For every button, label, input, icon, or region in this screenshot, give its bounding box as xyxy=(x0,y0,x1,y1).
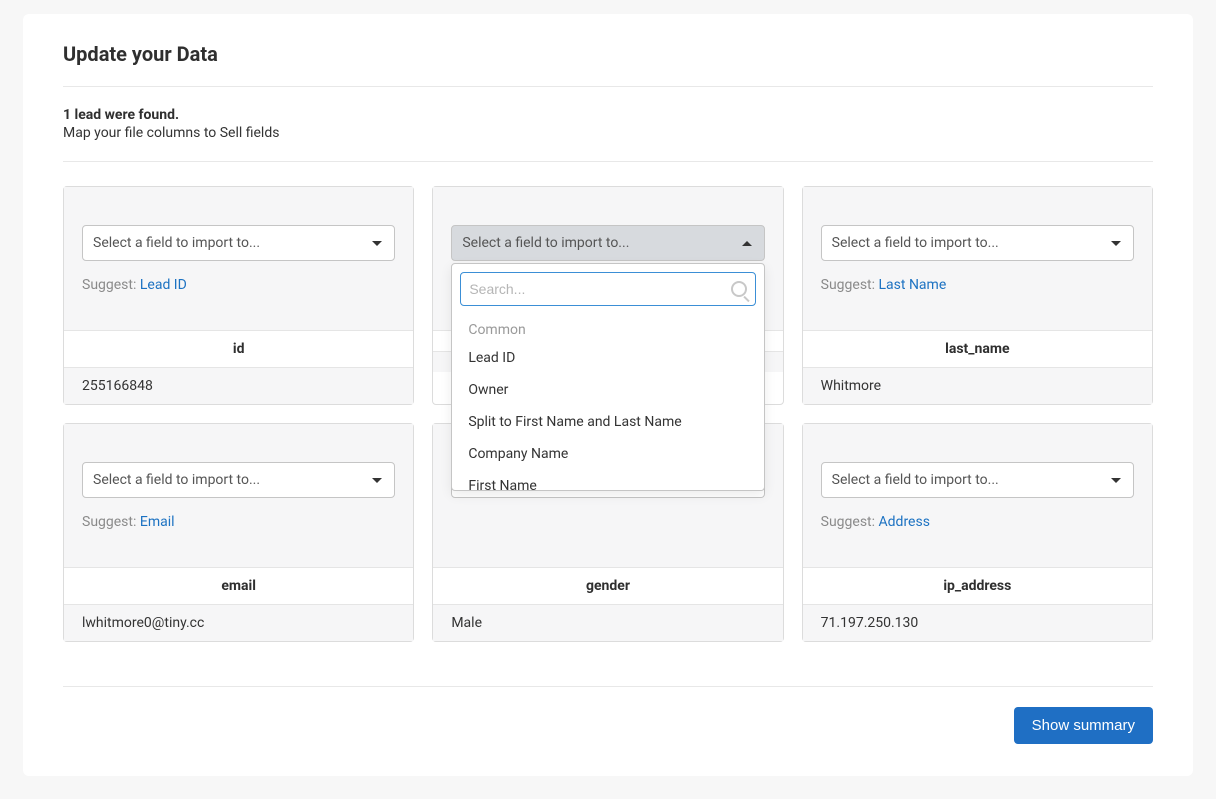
chevron-down-icon xyxy=(1111,478,1121,483)
column-name: last_name xyxy=(803,331,1152,368)
divider xyxy=(63,86,1153,87)
suggest-row: Suggest: Address xyxy=(821,514,1134,530)
mapping-card: Select a field to import to... Suggest: … xyxy=(802,423,1153,642)
dropdown-section-label: Common xyxy=(452,314,763,342)
field-select[interactable]: Select a field to import to... xyxy=(82,462,395,498)
card-controls: Select a field to import to... Suggest: … xyxy=(803,187,1152,331)
suggest-label: Suggest: xyxy=(821,514,875,530)
column-value: 71.197.250.130 xyxy=(803,605,1152,641)
chevron-down-icon xyxy=(372,241,382,246)
dropdown-option[interactable]: Split to First Name and Last Name xyxy=(452,406,763,438)
suggest-link[interactable]: Address xyxy=(879,514,930,530)
select-placeholder: Select a field to import to... xyxy=(832,235,999,251)
dropdown-option[interactable]: First Name xyxy=(452,470,763,490)
suggest-row: Suggest: Last Name xyxy=(821,277,1134,293)
suggest-row: Suggest: Email xyxy=(82,514,395,530)
column-name: id xyxy=(64,331,413,368)
mapping-card: Select a field to import to... Suggest: … xyxy=(802,186,1153,405)
suggest-link[interactable]: Email xyxy=(140,514,175,530)
column-name: gender xyxy=(433,568,782,605)
chevron-down-icon xyxy=(372,478,382,483)
card-controls: Select a field to import to... Suggest: … xyxy=(64,187,413,331)
dropdown-option[interactable]: Lead ID xyxy=(452,342,763,374)
mapping-card: Select a field to import to... Suggest: … xyxy=(63,186,414,405)
show-summary-button[interactable]: Show summary xyxy=(1014,707,1153,744)
suggest-row: Suggest: Lead ID xyxy=(82,277,395,293)
column-value: Male xyxy=(433,605,782,641)
card-controls: Select a field to import to... Suggest: … xyxy=(803,424,1152,568)
mapping-grid: Select a field to import to... Suggest: … xyxy=(63,186,1153,642)
chevron-down-icon xyxy=(1111,241,1121,246)
mapping-card: Select a field to import to... Suggest: … xyxy=(63,423,414,642)
suggest-label: Suggest: xyxy=(82,514,136,530)
select-placeholder: Select a field to import to... xyxy=(93,472,260,488)
field-dropdown: Common Lead ID Owner Split to First Name… xyxy=(451,263,764,491)
dropdown-search[interactable] xyxy=(460,272,755,306)
field-select[interactable]: Select a field to import to... xyxy=(821,462,1134,498)
page-title: Update your Data xyxy=(63,42,1153,66)
dropdown-option[interactable]: Company Name xyxy=(452,438,763,470)
search-input[interactable] xyxy=(469,281,730,297)
field-select[interactable]: Select a field to import to... xyxy=(451,225,764,261)
mapping-card: Select a field to import to... Common Le… xyxy=(432,186,783,405)
column-value: lwhitmore0@tiny.cc xyxy=(64,605,413,641)
chevron-up-icon xyxy=(742,241,752,246)
dropdown-option[interactable]: Owner xyxy=(452,374,763,406)
select-placeholder: Select a field to import to... xyxy=(832,472,999,488)
footer: Show summary xyxy=(63,686,1153,744)
search-icon xyxy=(731,281,747,297)
select-placeholder: Select a field to import to... xyxy=(462,235,629,251)
select-placeholder: Select a field to import to... xyxy=(93,235,260,251)
column-value: 255166848 xyxy=(64,368,413,404)
card-controls: Select a field to import to... Suggest: … xyxy=(64,424,413,568)
instruction-text: Map your file columns to Sell fields xyxy=(63,125,1153,141)
suggest-link[interactable]: Last Name xyxy=(879,277,947,293)
field-select[interactable]: Select a field to import to... xyxy=(82,225,395,261)
found-count: 1 lead were found. xyxy=(63,107,1153,123)
suggest-label: Suggest: xyxy=(821,277,875,293)
suggest-label: Suggest: xyxy=(82,277,136,293)
suggest-link[interactable]: Lead ID xyxy=(140,277,187,293)
column-name: ip_address xyxy=(803,568,1152,605)
field-select[interactable]: Select a field to import to... xyxy=(821,225,1134,261)
column-name: email xyxy=(64,568,413,605)
column-value: Whitmore xyxy=(803,368,1152,404)
divider xyxy=(63,161,1153,162)
